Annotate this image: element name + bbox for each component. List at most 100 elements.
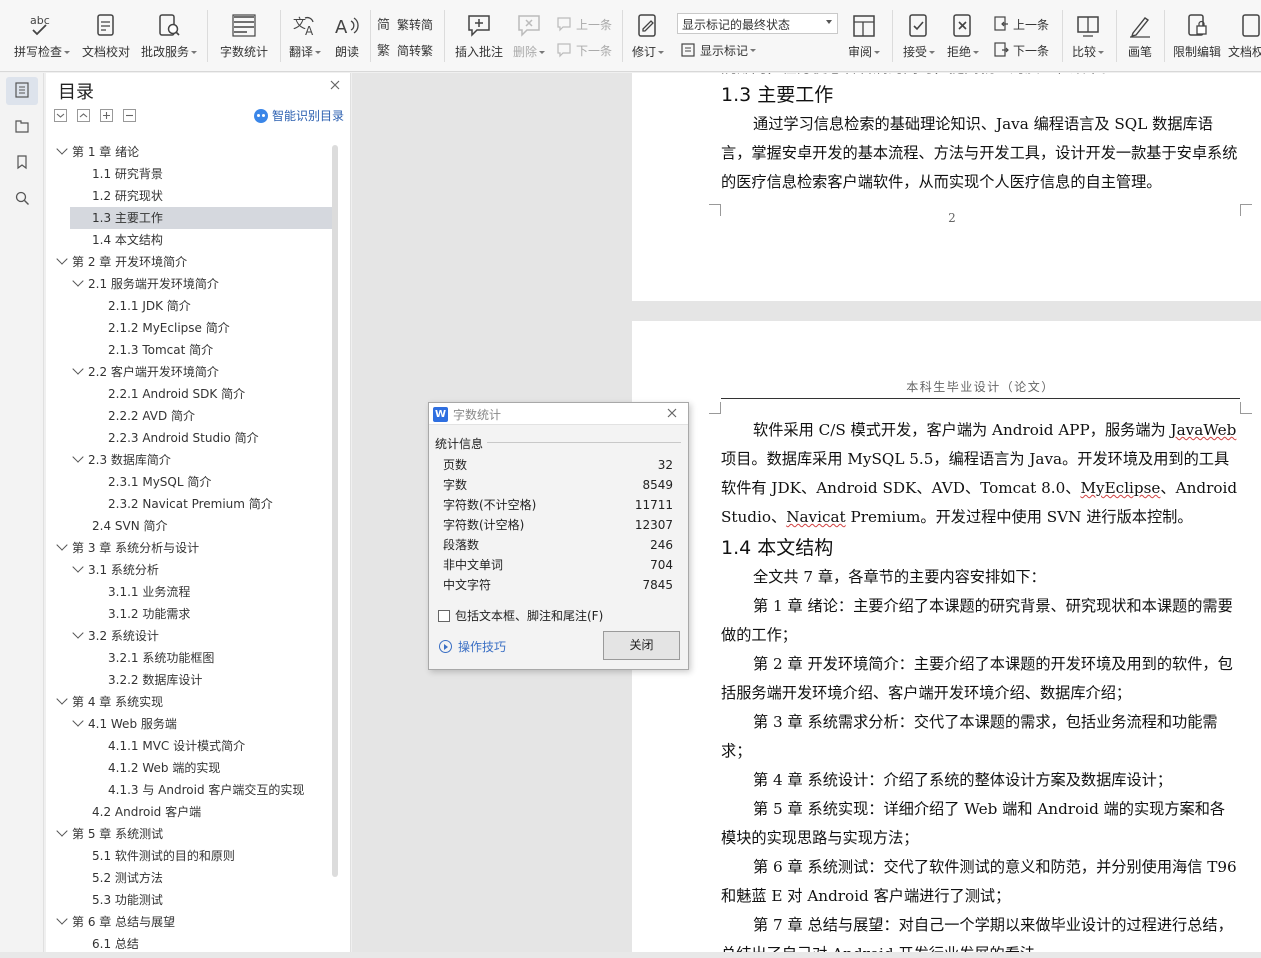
toc-item[interactable]: 第 4 章 系统实现	[46, 691, 336, 713]
read-aloud-button[interactable]: A 朗读	[330, 0, 364, 70]
include-textbox-checkbox[interactable]: 包括文本框、脚注和尾注(F)	[438, 607, 603, 624]
toc-item[interactable]: 2.3.2 Navicat Premium 简介	[46, 493, 336, 515]
toc-item[interactable]: 6.1 总结	[46, 933, 336, 949]
spell-flag-javaweb[interactable]: JavaWeb	[1171, 421, 1237, 439]
search-nav-button[interactable]	[6, 185, 38, 213]
toc-item[interactable]: 3.2.1 系统功能框图	[46, 647, 336, 669]
revise-button[interactable]: 修订	[628, 0, 668, 70]
toc-item[interactable]: 4.1.3 与 Android 客户端交互的实现	[46, 779, 336, 801]
prev-change-button[interactable]: 上一条	[992, 13, 1049, 35]
review-service-button[interactable]: 批改服务	[139, 0, 199, 70]
trad-to-simp-button[interactable]: 简 繁转简	[376, 13, 433, 35]
chevron-down-icon[interactable]	[72, 561, 84, 573]
collapse-level-icon[interactable]	[77, 109, 90, 122]
toc-item[interactable]: 2.4 SVN 简介	[46, 515, 336, 537]
tips-link[interactable]: 操作技巧	[439, 638, 506, 655]
show-markup-button[interactable]: 显示标记	[679, 39, 757, 61]
prev-comment-button[interactable]: 上一条	[555, 13, 612, 35]
toc-item[interactable]: 2.1.3 Tomcat 简介	[46, 339, 336, 361]
word-count-button[interactable]: 字数统计	[216, 0, 272, 70]
toc-item[interactable]: 第 6 章 总结与展望	[46, 911, 336, 933]
toc-item[interactable]: 5.3 功能测试	[46, 889, 336, 911]
chevron-down-icon[interactable]	[56, 913, 68, 925]
simp-to-trad-button[interactable]: 繁 简转繁	[376, 39, 433, 61]
toc-item[interactable]: 5.1 软件测试的目的和原则	[46, 845, 336, 867]
chevron-down-icon[interactable]	[72, 363, 84, 375]
chevron-down-icon[interactable]	[56, 253, 68, 265]
dialog-titlebar[interactable]: W 字数统计	[429, 403, 688, 425]
toc-item[interactable]: 2.3 数据库简介	[46, 449, 336, 471]
toc-item[interactable]: 第 5 章 系统测试	[46, 823, 336, 845]
toc-item[interactable]: 3.1.2 功能需求	[46, 603, 336, 625]
delete-comment-button[interactable]: 删除	[511, 0, 547, 70]
toc-nav-button[interactable]	[6, 77, 38, 105]
markup-mode-select[interactable]: 显示标记的最终状态	[677, 13, 838, 34]
toc-item[interactable]: 2.2 客户端开发环境简介	[46, 361, 336, 383]
chevron-down-icon[interactable]	[56, 825, 68, 837]
remove-heading-icon[interactable]	[123, 109, 136, 122]
review-pane-button[interactable]: 审阅	[844, 0, 884, 70]
toc-item[interactable]: 2.3.1 MySQL 简介	[46, 471, 336, 493]
page-3[interactable]: 本科生毕业设计（论文） 软件采用 C/S 模式开发，客户端为 Android A…	[632, 321, 1261, 958]
smart-toc-button[interactable]: 智能识别目录	[254, 107, 344, 124]
chevron-down-icon[interactable]	[72, 715, 84, 727]
toc-item[interactable]: 第 2 章 开发环境简介	[46, 251, 336, 273]
toc-item[interactable]: 4.2 Android 客户端	[46, 801, 336, 823]
next-comment-button[interactable]: 下一条	[555, 39, 612, 61]
close-button[interactable]: 关闭	[603, 631, 680, 660]
page-2[interactable]: 院部门，在方便患者看病的同时，提高就医的质量和效率。 1.3 主要工作 通过学习…	[632, 73, 1261, 301]
reject-button[interactable]: 拒绝	[943, 0, 983, 70]
toc-item[interactable]: 4.1.1 MVC 设计模式简介	[46, 735, 336, 757]
toc-item-selected[interactable]: 1.3 主要工作	[70, 207, 336, 229]
toc-item[interactable]: 第 3 章 系统分析与设计	[46, 537, 336, 559]
expand-level-icon[interactable]	[54, 109, 67, 122]
stat-label: 非中文单词	[443, 558, 504, 572]
toc-item[interactable]: 3.2.2 数据库设计	[46, 669, 336, 691]
toc-item[interactable]: 4.1.2 Web 端的实现	[46, 757, 336, 779]
toc-item[interactable]: 3.1 系统分析	[46, 559, 336, 581]
dialog-close-icon[interactable]	[666, 407, 680, 421]
page-number: 2	[948, 211, 956, 225]
toc-scrollbar[interactable]	[332, 145, 338, 877]
toc-item[interactable]: 2.1.1 JDK 简介	[46, 295, 336, 317]
toc-item[interactable]: 3.1.1 业务流程	[46, 581, 336, 603]
toc-item[interactable]: 第 1 章 绪论	[46, 141, 336, 163]
doc-rights-button[interactable]: 文档权	[1228, 0, 1261, 70]
toc-item[interactable]: 4.1 Web 服务端	[46, 713, 336, 735]
compare-button[interactable]: 比较	[1068, 0, 1108, 70]
toc-item[interactable]: 2.1.2 MyEclipse 简介	[46, 317, 336, 339]
toc-item[interactable]: 5.2 测试方法	[46, 867, 336, 889]
chevron-down-icon[interactable]	[72, 451, 84, 463]
insert-comment-button[interactable]: 插入批注	[452, 0, 506, 70]
chevron-down-icon[interactable]	[72, 275, 84, 287]
chevron-down-icon[interactable]	[56, 693, 68, 705]
next-change-label: 下一条	[1013, 43, 1050, 58]
toc-item[interactable]: 2.2.2 AVD 简介	[46, 405, 336, 427]
checkbox-box[interactable]	[438, 609, 450, 622]
add-heading-icon[interactable]	[100, 109, 113, 122]
spell-flag-navicat[interactable]: Navicat	[786, 508, 845, 526]
chevron-down-icon[interactable]	[56, 539, 68, 551]
toc-item[interactable]: 2.2.3 Android Studio 简介	[46, 427, 336, 449]
pen-button[interactable]: 画笔	[1122, 0, 1158, 70]
accept-button[interactable]: 接受	[899, 0, 939, 70]
toc-item[interactable]: 2.1 服务端开发环境简介	[46, 273, 336, 295]
spell-flag-myeclipse[interactable]: MyEclipse	[1080, 479, 1160, 497]
bookmark-nav-button[interactable]	[6, 149, 38, 177]
toc-item[interactable]: 1.2 研究现状	[46, 185, 336, 207]
chevron-down-icon[interactable]	[72, 627, 84, 639]
close-icon[interactable]	[329, 79, 343, 93]
toc-item[interactable]: 2.2.1 Android SDK 简介	[46, 383, 336, 405]
translate-button[interactable]: 文A 翻译	[286, 0, 324, 70]
restrict-edit-button[interactable]: 限制编辑	[1170, 0, 1224, 70]
toc-item-label: 3.1.2 功能需求	[108, 607, 191, 621]
next-change-button[interactable]: 下一条	[992, 39, 1049, 61]
spell-check-button[interactable]: abc 拼写检查	[10, 0, 74, 70]
chapter-nav-button[interactable]	[6, 113, 38, 141]
toc-item[interactable]: 1.1 研究背景	[46, 163, 336, 185]
toc-item[interactable]: 1.4 本文结构	[46, 229, 336, 251]
next-comment-icon	[555, 42, 573, 58]
toc-item[interactable]: 3.2 系统设计	[46, 625, 336, 647]
doc-proof-button[interactable]: 文档校对	[80, 0, 132, 70]
chevron-down-icon[interactable]	[56, 143, 68, 155]
